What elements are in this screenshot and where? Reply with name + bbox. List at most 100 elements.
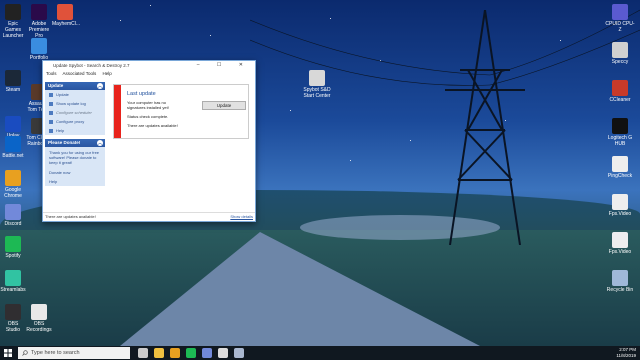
search-icon <box>22 350 28 356</box>
update-panel-header[interactable]: Update ︿ <box>45 82 105 90</box>
power-lines <box>250 9 640 86</box>
donate-now-link[interactable]: Donate now <box>45 168 105 177</box>
menu-bar: Tools Associated Tools Help <box>43 70 255 78</box>
uplay-icon <box>5 116 21 132</box>
menu-tools[interactable]: Tools <box>46 71 57 76</box>
fps-video-icon <box>612 232 628 248</box>
updates-message: There are updates available! <box>127 123 178 128</box>
desktop-icon-cpuid-cpu-z[interactable]: CPUID CPU-Z <box>604 4 636 33</box>
window-controls[interactable]: – ☐ ✕ <box>197 61 251 70</box>
road <box>120 232 480 346</box>
fps-video-icon <box>612 194 628 210</box>
sidebar-item-label: Help <box>56 128 65 133</box>
desktop-icon-label: Steam <box>5 87 21 93</box>
desktop-icon-fps-video[interactable]: Fps.Video <box>604 232 636 255</box>
spotify-icon <box>5 236 21 252</box>
desktop-icon-label: Discord <box>4 221 22 227</box>
desktop-icon-label: Streamlabs <box>0 287 26 293</box>
desktop-icon-label: Battle.net <box>2 153 24 159</box>
help-icon <box>49 128 53 133</box>
donate-panel-header[interactable]: Please Donate! ︿ <box>45 139 105 147</box>
desktop-icon-label: Logitech G HUB <box>607 135 633 147</box>
show-details-link[interactable]: Show details <box>230 213 253 221</box>
configure-proxy-icon <box>49 119 53 124</box>
sidebar-item-label: Update <box>56 92 69 97</box>
search-placeholder: Type here to search <box>31 350 80 356</box>
taskbar-spotify-icon[interactable] <box>186 348 196 358</box>
taskbar-obs-icon[interactable] <box>218 348 228 358</box>
desktop-icon-streamlabs[interactable]: Streamlabs <box>0 270 26 293</box>
desktop-icon-label: Speccy <box>611 59 629 65</box>
desktop-icon-recycle-bin[interactable]: Recycle Bin <box>604 270 636 293</box>
taskbar-chrome-icon[interactable] <box>170 348 180 358</box>
desktop-icon-label: Epic Games Launcher <box>2 21 24 39</box>
desktop-icon-label: CPUID CPU-Z <box>605 21 635 33</box>
desktop-icon-label: Fps.Video <box>608 211 632 217</box>
taskbar-search[interactable]: Type here to search <box>18 347 130 359</box>
desktop-icon-epic-games-launcher[interactable]: Epic Games Launcher <box>0 4 26 39</box>
window-titlebar[interactable]: Update Spybot - Search & Destroy 2.7 – ☐… <box>43 61 255 70</box>
taskbar-discord-icon[interactable] <box>202 348 212 358</box>
collapse-icon[interactable]: ︿ <box>97 83 103 89</box>
sidebar-item-show-update-log[interactable]: Show update log <box>45 99 105 108</box>
donate-panel: Please Donate! ︿ Thank you for using our… <box>45 139 105 186</box>
collapse-icon[interactable]: ︿ <box>97 140 103 146</box>
taskbar-task-view-icon[interactable] <box>138 348 148 358</box>
streamlabs-icon <box>5 270 21 286</box>
menu-help[interactable]: Help <box>102 71 111 76</box>
donate-text: Thank you for using our free software! P… <box>49 150 100 165</box>
status-bar-text: There are updates available! <box>45 214 96 219</box>
windows-start-icon[interactable] <box>4 349 12 357</box>
sidebar-item-configure-proxy[interactable]: Configure proxy <box>45 117 105 126</box>
status-text: Status check complete. <box>127 114 169 119</box>
system-clock[interactable]: 2:07 PM 11/8/2019 <box>616 347 636 358</box>
recycle-bin-icon <box>612 270 628 286</box>
taskbar: Type here to search 2:07 PM 11/8/2019 <box>0 346 640 360</box>
taskbar-file-explorer-icon[interactable] <box>154 348 164 358</box>
desktop-icon-portfolio[interactable]: Portfolio <box>26 38 52 61</box>
desktop-icon-speccy[interactable]: Speccy <box>604 42 636 65</box>
donate-panel-title: Please Donate! <box>48 140 81 145</box>
spybot-desktop-icon[interactable]: Spybot S&D Start Center <box>298 70 336 99</box>
sidebar-item-update[interactable]: Update <box>45 90 105 99</box>
obs-studio-icon <box>5 304 21 320</box>
menu-associated-tools[interactable]: Associated Tools <box>63 71 97 76</box>
google-chrome-icon <box>5 170 21 186</box>
desktop-icon-label: Spotify <box>5 253 21 259</box>
update-button[interactable]: Update <box>202 101 246 110</box>
clock-time: 2:07 PM <box>619 347 636 352</box>
desktop-icon-obs-recordings[interactable]: OBS Recordings <box>26 304 52 333</box>
desktop-icon-label: CCleaner <box>609 97 631 103</box>
sidebar-item-help[interactable]: Help <box>45 126 105 135</box>
desktop-icon-label: OBS Recordings <box>26 321 52 333</box>
donate-help-link[interactable]: Help <box>45 177 105 186</box>
mayhemcl-icon <box>57 4 73 20</box>
desktop-icon-battle-net[interactable]: Battle.net <box>0 136 26 159</box>
update-panel: Update ︿ Update Show update log Configure … <box>45 82 105 135</box>
sidebar-item-label: Configure scheduler <box>56 110 92 115</box>
steam-icon <box>5 70 21 86</box>
desktop: Epic Games Launcher Adobe Premiere Pro May… <box>0 0 640 346</box>
desktop-icon-label: PingCheck <box>607 173 633 179</box>
clock-date: 11/8/2019 <box>616 352 636 358</box>
taskbar-spybot-icon[interactable] <box>234 348 244 358</box>
desktop-icon-discord[interactable]: Discord <box>0 204 26 227</box>
window-title: Update Spybot - Search & Destroy 2.7 <box>53 63 130 68</box>
desktop-icon-steam[interactable]: Steam <box>0 70 26 93</box>
desktop-icon-obs-studio[interactable]: OBS Studio <box>0 304 26 333</box>
desktop-icon-fps-video[interactable]: Fps.Video <box>604 194 636 217</box>
desktop-icon-label: Adobe Premiere Pro <box>28 21 50 39</box>
sidebar-item-configure-scheduler[interactable]: Configure scheduler <box>45 108 105 117</box>
desktop-icon-logitech-g-hub[interactable]: Logitech G HUB <box>604 118 636 147</box>
discord-icon <box>5 204 21 220</box>
signature-warning-2: signatures installed yet! <box>127 105 169 110</box>
configure-scheduler-icon <box>49 110 53 115</box>
adobe-premiere-pro-icon <box>31 4 47 20</box>
desktop-icon-mayhemcl[interactable]: MayhemCl... <box>52 4 80 27</box>
desktop-icon-google-chrome[interactable]: Google Chrome <box>0 170 26 199</box>
desktop-icon-ccleaner[interactable]: CCleaner <box>604 80 636 103</box>
desktop-icon-spotify[interactable]: Spotify <box>0 236 26 259</box>
desktop-icon-pingcheck[interactable]: PingCheck <box>604 156 636 179</box>
speccy-icon <box>612 42 628 58</box>
desktop-icon-adobe-premiere-pro[interactable]: Adobe Premiere Pro <box>26 4 52 39</box>
